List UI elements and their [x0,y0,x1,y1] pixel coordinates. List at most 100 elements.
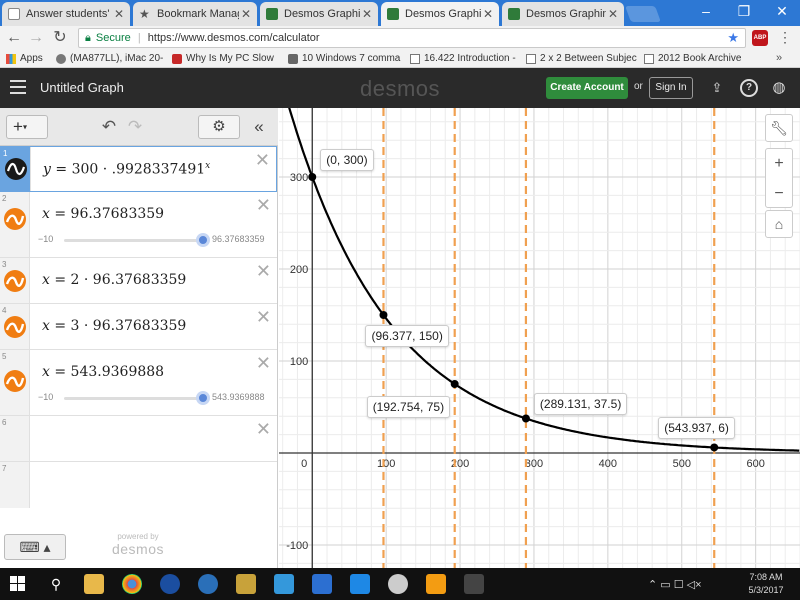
delete-expression-icon[interactable]: ✕ [256,420,271,438]
more-bookmarks-icon[interactable]: » [776,52,782,64]
slider-track[interactable] [64,239,204,242]
delete-expression-icon[interactable]: ✕ [255,151,270,169]
app-icon[interactable] [236,574,256,594]
slider-icon[interactable] [4,270,26,292]
point-label[interactable]: (289.131, 37.5) [533,392,628,415]
delete-expression-icon[interactable]: ✕ [256,354,271,372]
expression-row[interactable]: 3 x = 2 · 96.37683359 ✕ [0,258,277,304]
slider-max[interactable]: 96.37683359 [212,234,265,244]
adblock-icon[interactable]: ABP [752,30,768,46]
bookmark-book-archive[interactable]: 2012 Book Archive [644,52,744,66]
bookmark-windows7[interactable]: 10 Windows 7 comma [288,52,404,66]
point-label[interactable]: (192.754, 75) [366,396,451,418]
file-explorer-icon[interactable] [84,574,104,594]
close-window-icon[interactable]: ✕ [762,0,800,24]
point-label[interactable]: (96.377, 150) [365,325,449,347]
minimize-icon[interactable]: – [686,0,726,24]
bookmark-apps[interactable]: Apps [6,52,52,66]
slider-max[interactable]: 543.9369888 [212,392,265,402]
share-icon[interactable]: ⇪ [708,79,726,97]
expression-formula[interactable]: x = 96.37683359 [42,206,164,222]
tab-desmos-1[interactable]: Desmos Graphing C ✕ [260,2,378,26]
expression-row[interactable]: 1 y = 300 · .9928337491x ✕ [0,146,277,192]
expression-row-empty[interactable]: 7 [0,462,277,508]
app-icon[interactable] [274,574,294,594]
bookmark-16422[interactable]: 16.422 Introduction - [410,52,522,66]
zoom-in-icon[interactable]: + [766,149,792,179]
close-icon[interactable]: ✕ [360,7,374,21]
point-label[interactable]: (0, 300) [320,149,374,171]
tab-desmos-2[interactable]: Desmos Graphing C ✕ [381,2,499,26]
bookmark-pc-slow[interactable]: Why Is My PC Slow [172,52,280,66]
reload-icon[interactable]: ↻ [50,28,70,48]
undo-icon[interactable]: ↶ [98,117,120,137]
graph-svg[interactable]: 100 200 300 400 500 600300200100-1000 [279,108,800,568]
add-item-button[interactable]: +▾ [6,115,48,139]
create-account-button[interactable]: Create Account [546,77,628,99]
chrome-icon[interactable] [122,574,142,594]
expression-row[interactable]: 2 x = 96.37683359 −10 96.37683359 ✕ [0,192,277,258]
tab-desmos-3[interactable]: Desmos Graphing C ✕ [502,2,624,26]
app-icon[interactable] [464,574,484,594]
clock-date[interactable]: 5/3/2017 [736,585,796,595]
hamburger-menu-icon[interactable] [10,80,26,94]
tab-answer-students[interactable]: Answer students' q ✕ [2,2,130,26]
gear-icon[interactable]: ⚙ [198,115,240,139]
slider-handle[interactable] [196,391,210,405]
search-icon[interactable]: ⚲ [46,574,66,594]
slider-handle[interactable] [196,233,210,247]
close-icon[interactable]: ✕ [606,7,620,21]
delete-expression-icon[interactable]: ✕ [256,308,271,326]
windows-start-icon[interactable] [10,576,26,592]
tray-icons[interactable]: ⌃ ▭ ☐ ◁× [648,578,702,591]
expression-row[interactable]: 4 x = 3 · 96.37683359 ✕ [0,304,277,350]
bookmark-2x2[interactable]: 2 x 2 Between Subjec [526,52,638,66]
bookmark-imac[interactable]: (MA877LL), iMac 20-in [56,52,164,66]
address-bar[interactable]: 🔒︎ Secure | https://www.desmos.com/calcu… [78,28,746,48]
app-icon[interactable] [312,574,332,594]
slider-icon[interactable] [4,208,26,230]
graph-title[interactable]: Untitled Graph [40,80,124,95]
forward-icon[interactable]: → [26,28,46,48]
help-icon[interactable]: ? [740,79,758,97]
malwarebytes-icon[interactable] [350,574,370,594]
expression-row-empty[interactable]: 6 ✕ [0,416,277,462]
slider-min[interactable]: −10 [38,234,53,244]
redo-icon[interactable]: ↷ [124,117,146,137]
expression-formula[interactable]: x = 2 · 96.37683359 [42,272,186,288]
close-icon[interactable]: ✕ [112,7,126,21]
menu-icon[interactable]: ⋮ [778,29,792,46]
mail-icon[interactable] [198,574,218,594]
wrench-icon[interactable]: 🔧︎ [765,114,793,142]
slider-icon[interactable] [4,316,26,338]
expression-formula[interactable]: x = 543.9369888 [42,364,164,380]
new-tab-button[interactable] [625,6,661,22]
close-icon[interactable]: ✕ [481,7,495,21]
tab-bookmark-manager[interactable]: ★ Bookmark Manager ✕ [133,2,257,26]
maximize-icon[interactable]: ❐ [724,0,764,24]
collapse-panel-icon[interactable]: « [248,116,270,138]
expression-row[interactable]: 5 x = 543.9369888 −10 543.9369888 ✕ [0,350,277,416]
globe-icon[interactable]: ◍ [770,79,788,97]
graph-canvas[interactable]: 100 200 300 400 500 600 300 200 100 -100 0 🔧︎ + − … [279,108,800,568]
home-icon[interactable]: ⌂ [765,210,793,238]
slider-track[interactable] [64,397,204,400]
delete-expression-icon[interactable]: ✕ [256,196,271,214]
magnifier-icon[interactable] [388,574,408,594]
close-icon[interactable]: ✕ [239,7,253,21]
sign-in-button[interactable]: Sign In [649,77,693,99]
bookmark-star-icon[interactable]: ★ [727,29,739,47]
clock-time[interactable]: 7:08 AM [736,572,796,582]
keyboard-toggle-button[interactable]: ⌨ ▴ [4,534,66,560]
expression-formula[interactable]: y = 300 · .9928337491x [43,161,210,178]
zoom-out-icon[interactable]: − [766,179,792,209]
expression-formula[interactable]: x = 3 · 96.37683359 [42,318,186,334]
back-icon[interactable]: ← [4,28,24,48]
slider-min[interactable]: −10 [38,392,53,402]
app-icon[interactable] [426,574,446,594]
delete-expression-icon[interactable]: ✕ [256,262,271,280]
point-label[interactable]: (543.937, 6) [658,417,735,440]
browser-icon[interactable] [160,574,180,594]
curve-icon[interactable] [5,158,27,180]
slider-icon[interactable] [4,370,26,392]
